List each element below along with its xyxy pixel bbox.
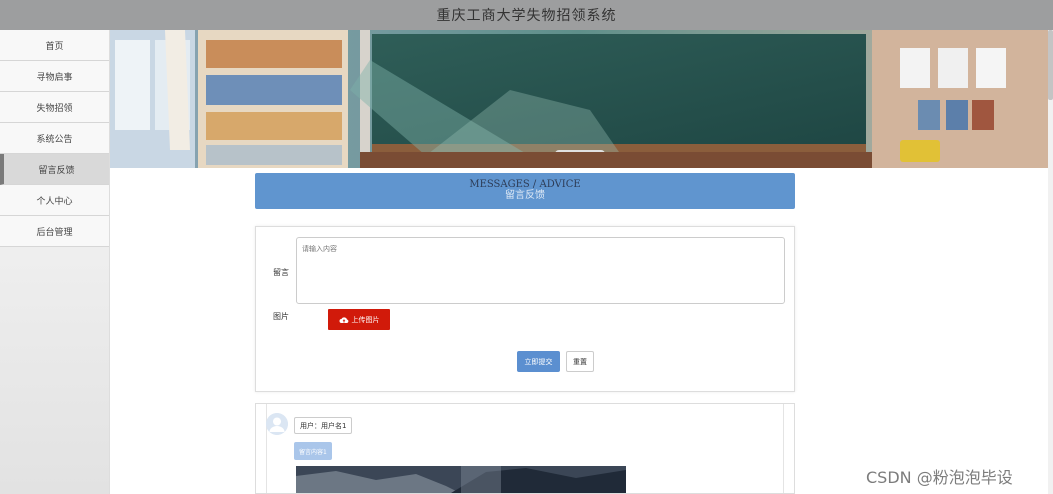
- scrollbar-thumb[interactable]: [1048, 30, 1053, 100]
- watermark-text: CSDN @粉泡泡毕设: [866, 468, 1013, 487]
- cloud-upload-icon: [339, 316, 348, 323]
- message-textarea[interactable]: [296, 237, 785, 304]
- sidebar-item-label: 首页: [45, 41, 64, 52]
- comment-username: 用户：用户名1: [294, 417, 353, 434]
- message-form-card: 留言 图片 上传图片 立即提交 重置: [255, 226, 795, 392]
- comment-attached-image: [296, 466, 626, 493]
- sidebar-item-found-items[interactable]: 失物招领: [0, 92, 109, 123]
- sidebar-item-label: 寻物启事: [36, 72, 73, 83]
- sidebar-item-label: 留言反馈: [38, 165, 75, 176]
- mountain-photo: [296, 466, 626, 493]
- sidebar-item-lost-notice[interactable]: 寻物启事: [0, 61, 109, 92]
- card-divider: [783, 404, 784, 493]
- sidebar-item-announcements[interactable]: 系统公告: [0, 123, 109, 154]
- sidebar-item-admin[interactable]: 后台管理: [0, 216, 109, 247]
- reset-button[interactable]: 重置: [566, 351, 594, 372]
- sidebar-item-home[interactable]: 首页: [0, 30, 109, 61]
- sidebar-nav: 首页 寻物启事 失物招领 系统公告 留言反馈 个人中心 后台管理: [0, 30, 110, 494]
- upload-button-label: 上传图片: [351, 315, 380, 324]
- app-title: 重庆工商大学失物招领系统: [436, 8, 617, 24]
- section-title-en: MESSAGES / ADVICE: [469, 179, 581, 190]
- sidebar-item-label: 系统公告: [36, 134, 73, 145]
- section-title-cn: 留言反馈: [505, 190, 545, 201]
- banner-illustration: [110, 30, 1048, 168]
- classroom-banner-image: [110, 30, 1048, 168]
- sidebar-item-profile[interactable]: 个人中心: [0, 185, 109, 216]
- avatar: [266, 413, 288, 435]
- message-label: 留言: [273, 268, 289, 277]
- top-header-bar: 重庆工商大学失物招领系统: [0, 0, 1053, 30]
- sidebar-item-label: 后台管理: [36, 227, 73, 238]
- section-header: MESSAGES / ADVICE 留言反馈: [255, 173, 795, 209]
- comment-content: 留言内容1: [294, 442, 332, 460]
- sidebar-item-label: 失物招领: [36, 103, 73, 114]
- submit-button[interactable]: 立即提交: [517, 351, 560, 372]
- sidebar-item-feedback[interactable]: 留言反馈: [0, 154, 109, 185]
- user-avatar-icon: [266, 413, 288, 435]
- image-label: 图片: [273, 312, 289, 321]
- comment-card: 用户：用户名1 留言内容1: [255, 403, 795, 494]
- sidebar-item-label: 个人中心: [36, 196, 73, 207]
- upload-image-button[interactable]: 上传图片: [328, 309, 390, 330]
